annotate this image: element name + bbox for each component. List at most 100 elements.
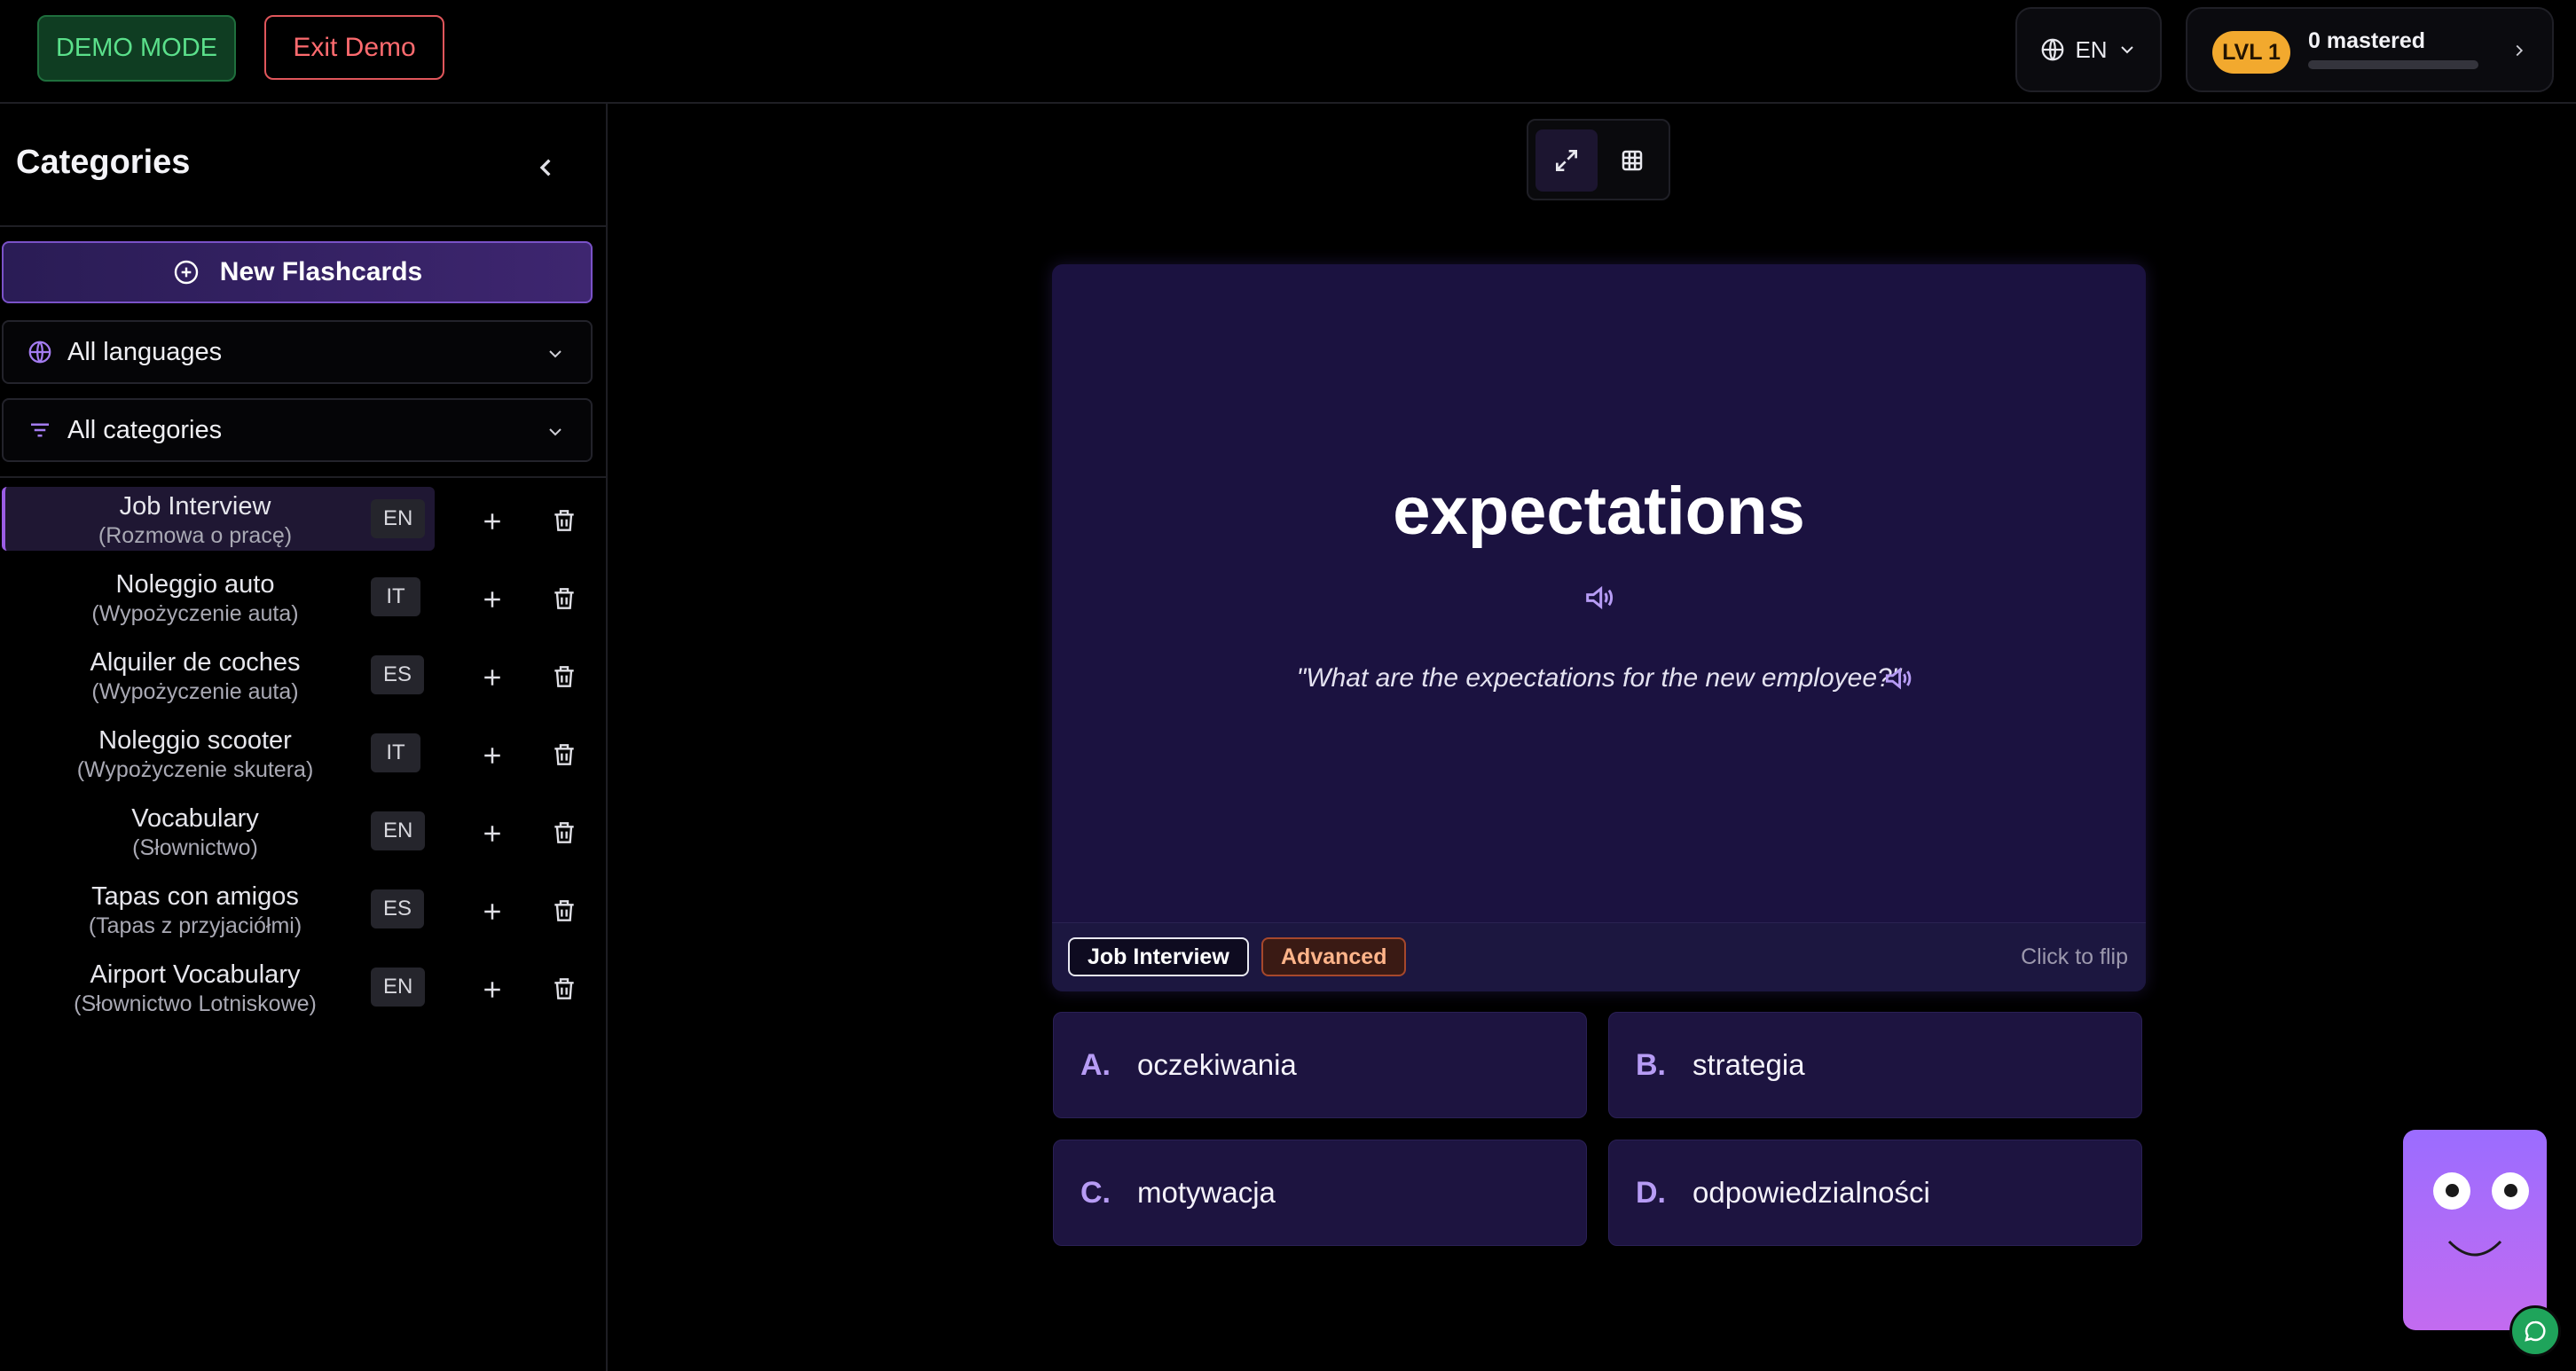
- flashcard[interactable]: expectations "What are the expectations …: [1052, 264, 2146, 991]
- answer-letter: C.: [1080, 1175, 1111, 1210]
- top-bar: DEMO MODE Exit Demo EN LVL 1 0 mastered: [0, 0, 2576, 104]
- chat-button[interactable]: [2509, 1305, 2561, 1357]
- answer-option-a[interactable]: A. oczekiwania: [1053, 1012, 1587, 1118]
- trash-icon[interactable]: [550, 662, 578, 691]
- level-progress-widget[interactable]: LVL 1 0 mastered: [2186, 7, 2554, 92]
- speaker-icon[interactable]: [1582, 580, 1617, 615]
- category-name: Alquiler de coches: [90, 648, 301, 677]
- plus-icon[interactable]: [479, 508, 506, 535]
- sidebar-title: Categories: [16, 144, 191, 181]
- divider: [0, 476, 608, 478]
- new-flashcards-button[interactable]: New Flashcards: [2, 241, 593, 303]
- category-name: Noleggio scooter: [98, 726, 292, 755]
- answer-letter: A.: [1080, 1047, 1111, 1082]
- category-translation: (Wypożyczenie auta): [91, 601, 299, 626]
- filter-icon: [27, 417, 53, 443]
- plus-icon[interactable]: [479, 976, 506, 1003]
- trash-icon[interactable]: [550, 819, 578, 847]
- mascot-assistant[interactable]: [2403, 1130, 2547, 1330]
- mastered-count: 0 mastered: [2308, 28, 2426, 53]
- answer-letter: D.: [1636, 1175, 1666, 1210]
- language-filter-value: All languages: [67, 337, 223, 366]
- category-language-tag: EN: [371, 968, 426, 1007]
- category-language-tag: ES: [371, 889, 425, 928]
- trash-icon[interactable]: [550, 506, 578, 535]
- category-text: Tapas con amigos (Tapas z przyjaciółmi): [0, 881, 390, 939]
- category-language-tag: IT: [371, 577, 420, 616]
- plus-circle-icon: [172, 258, 200, 286]
- fullscreen-view-button[interactable]: [1535, 129, 1598, 192]
- answer-option-c[interactable]: C. motywacja: [1053, 1140, 1587, 1246]
- new-flashcards-label: New Flashcards: [219, 257, 423, 286]
- mascot-eye: [2433, 1172, 2470, 1210]
- answer-text: strategia: [1692, 1048, 1805, 1081]
- plus-icon[interactable]: [479, 742, 506, 769]
- category-translation: (Wypożyczenie skutera): [76, 757, 314, 782]
- expand-icon: [1552, 146, 1581, 175]
- plus-icon[interactable]: [479, 664, 506, 691]
- answer-option-d[interactable]: D. odpowiedzialności: [1608, 1140, 2142, 1246]
- category-row[interactable]: Noleggio scooter (Wypożyczenie skutera) …: [0, 725, 608, 794]
- category-translation: (Tapas z przyjaciółmi): [88, 913, 302, 938]
- trash-icon[interactable]: [550, 897, 578, 925]
- level-badge: LVL 1: [2212, 31, 2290, 74]
- difficulty-tag: Advanced: [1261, 937, 1407, 976]
- grid-view-button[interactable]: [1601, 129, 1663, 192]
- category-tag: Job Interview: [1068, 937, 1249, 976]
- categories-sidebar: Categories New Flashcards All languages …: [0, 104, 608, 1371]
- category-text: Noleggio auto (Wypożyczenie auta): [0, 568, 390, 627]
- demo-mode-badge: DEMO MODE: [37, 15, 236, 82]
- exit-demo-button[interactable]: Exit Demo: [264, 15, 444, 80]
- category-filter-select[interactable]: All categories: [2, 398, 593, 462]
- category-text: Alquiler de coches (Wypożyczenie auta): [0, 646, 390, 705]
- trash-icon[interactable]: [550, 584, 578, 613]
- flashcard-word: expectations: [1393, 474, 1805, 549]
- chat-bubble-icon: [2522, 1318, 2549, 1344]
- flip-hint: Click to flip: [2021, 944, 2128, 969]
- view-mode-toggle: [1527, 119, 1670, 200]
- category-row[interactable]: Job Interview (Rozmowa o pracę) EN: [0, 487, 608, 560]
- category-row[interactable]: Airport Vocabulary (Słownictwo Lotniskow…: [0, 959, 608, 1028]
- chevron-down-icon: [2117, 39, 2138, 60]
- chevron-down-icon: [545, 421, 566, 443]
- mastery-progress-bar: [2308, 60, 2478, 69]
- answer-text: motywacja: [1137, 1176, 1276, 1209]
- category-text: Airport Vocabulary (Słownictwo Lotniskow…: [0, 959, 390, 1017]
- plus-icon[interactable]: [479, 820, 506, 847]
- category-text: Noleggio scooter (Wypożyczenie skutera): [0, 725, 390, 783]
- category-row[interactable]: Noleggio auto (Wypożyczenie auta) IT: [0, 568, 608, 638]
- category-language-tag: IT: [371, 733, 420, 772]
- trash-icon[interactable]: [550, 740, 578, 769]
- mascot-eye: [2492, 1172, 2529, 1210]
- flashcard-footer: Job Interview Advanced Click to flip: [1052, 922, 2146, 991]
- category-filter-value: All categories: [67, 415, 223, 444]
- category-language-tag: EN: [371, 811, 426, 850]
- language-switcher[interactable]: EN: [2015, 7, 2162, 92]
- category-name: Tapas con amigos: [91, 882, 299, 911]
- language-code: EN: [2075, 35, 2108, 63]
- category-row[interactable]: Tapas con amigos (Tapas z przyjaciółmi) …: [0, 881, 608, 950]
- category-text: Job Interview (Rozmowa o pracę): [0, 490, 390, 549]
- category-row[interactable]: Vocabulary (Słownictwo) EN: [0, 803, 608, 872]
- language-filter-select[interactable]: All languages: [2, 320, 593, 384]
- answer-text: odpowiedzialności: [1692, 1176, 1930, 1209]
- speaker-icon[interactable]: [1881, 662, 1915, 695]
- answer-text: oczekiwania: [1137, 1048, 1297, 1081]
- trash-icon[interactable]: [550, 975, 578, 1003]
- plus-icon[interactable]: [479, 586, 506, 613]
- answer-letter: B.: [1636, 1047, 1666, 1082]
- category-row[interactable]: Alquiler de coches (Wypożyczenie auta) E…: [0, 646, 608, 716]
- category-translation: (Słownictwo Lotniskowe): [74, 991, 317, 1016]
- category-translation: (Rozmowa o pracę): [98, 523, 293, 548]
- category-name: Noleggio auto: [115, 570, 275, 599]
- globe-icon: [2039, 36, 2066, 63]
- globe-icon: [27, 339, 53, 365]
- category-translation: (Słownictwo): [132, 835, 258, 860]
- category-name: Vocabulary: [131, 804, 259, 833]
- answer-option-b[interactable]: B. strategia: [1608, 1012, 2142, 1118]
- plus-icon[interactable]: [479, 898, 506, 925]
- category-language-tag: ES: [371, 655, 425, 694]
- collapse-sidebar-button[interactable]: [529, 150, 564, 185]
- category-text: Vocabulary (Słownictwo): [0, 803, 390, 861]
- category-name: Airport Vocabulary: [90, 960, 301, 989]
